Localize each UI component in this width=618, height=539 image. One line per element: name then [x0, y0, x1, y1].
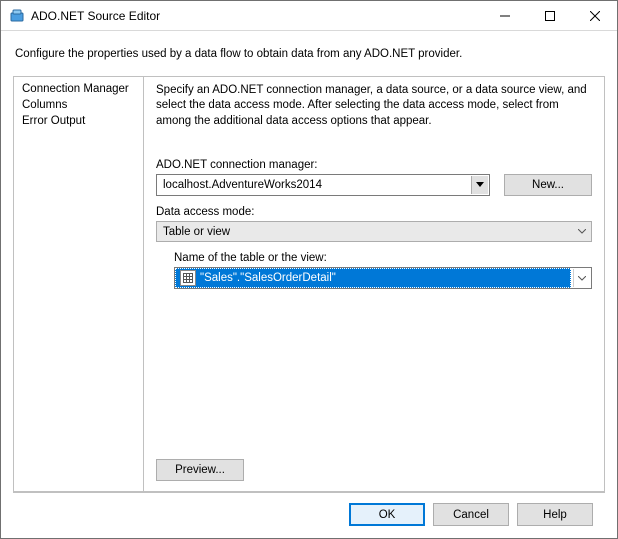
content-area: Configure the properties used by a data …: [1, 31, 617, 538]
new-connection-button[interactable]: New...: [504, 174, 592, 196]
intro-text: Configure the properties used by a data …: [15, 47, 603, 62]
help-button[interactable]: Help: [517, 503, 593, 526]
sidebar-item-connection-manager[interactable]: Connection Manager: [14, 81, 143, 97]
connection-manager-label: ADO.NET connection manager:: [156, 159, 592, 171]
sidebar: Connection Manager Columns Error Output: [14, 77, 144, 491]
chevron-down-icon: [471, 176, 488, 194]
minimize-button[interactable]: [482, 1, 527, 30]
table-icon: [180, 270, 196, 286]
chevron-down-icon: [573, 223, 590, 240]
table-name-label: Name of the table or the view:: [174, 252, 592, 264]
dialog-window: ADO.NET Source Editor Configure the prop…: [0, 0, 618, 539]
window-controls: [482, 1, 617, 30]
chevron-down-icon: [573, 269, 590, 287]
preview-button[interactable]: Preview...: [156, 459, 244, 481]
dialog-footer: OK Cancel Help: [13, 492, 605, 538]
ok-button[interactable]: OK: [349, 503, 425, 526]
cancel-button[interactable]: Cancel: [433, 503, 509, 526]
app-icon: [9, 8, 25, 24]
connection-manager-value: localhost.AdventureWorks2014: [163, 179, 322, 191]
data-access-mode-combo[interactable]: Table or view: [156, 221, 592, 242]
titlebar: ADO.NET Source Editor: [1, 1, 617, 31]
data-access-mode-label: Data access mode:: [156, 206, 592, 218]
settings-panel: Specify an ADO.NET connection manager, a…: [144, 77, 604, 491]
close-button[interactable]: [572, 1, 617, 30]
panel-description: Specify an ADO.NET connection manager, a…: [156, 83, 592, 130]
table-name-selection: "Sales"."SalesOrderDetail": [175, 268, 571, 288]
maximize-button[interactable]: [527, 1, 572, 30]
sidebar-item-columns[interactable]: Columns: [14, 97, 143, 113]
table-name-combo[interactable]: "Sales"."SalesOrderDetail": [174, 267, 592, 289]
window-title: ADO.NET Source Editor: [31, 9, 482, 23]
main-panel: Connection Manager Columns Error Output …: [13, 76, 605, 492]
connection-manager-combo[interactable]: localhost.AdventureWorks2014: [156, 174, 490, 196]
table-name-value: "Sales"."SalesOrderDetail": [200, 272, 336, 284]
data-access-mode-value: Table or view: [163, 226, 230, 238]
sidebar-item-error-output[interactable]: Error Output: [14, 113, 143, 129]
